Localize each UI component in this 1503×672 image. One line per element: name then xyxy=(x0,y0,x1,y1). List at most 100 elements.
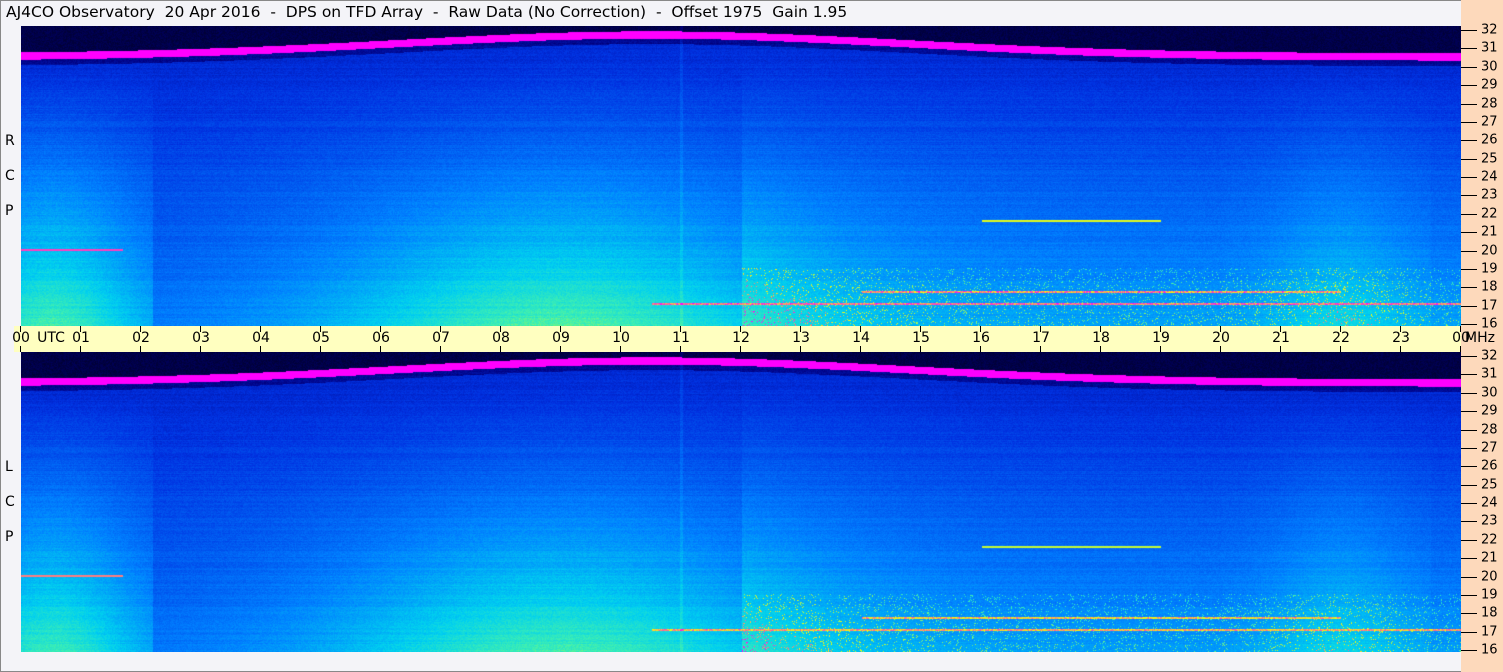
freq-tick-label: 18 xyxy=(1481,605,1498,621)
freq-tick-label: 28 xyxy=(1481,422,1498,437)
time-tick-label: 12 xyxy=(732,330,750,346)
freq-tick xyxy=(1461,159,1477,160)
freq-tick xyxy=(1461,122,1477,123)
time-tick xyxy=(20,346,21,352)
time-tick xyxy=(1040,346,1041,352)
time-tick-label: 13 xyxy=(792,330,810,346)
freq-tick-label: 19 xyxy=(1481,587,1498,603)
freq-tick xyxy=(1461,287,1477,288)
time-tick xyxy=(500,346,501,352)
freq-tick-label: 16 xyxy=(1481,316,1498,332)
freq-tick-label: 25 xyxy=(1481,151,1498,167)
time-tick-label: 20 xyxy=(1212,330,1230,346)
freq-tick xyxy=(1461,632,1477,633)
time-tick-label: 19 xyxy=(1152,330,1170,346)
freq-tick xyxy=(1461,177,1477,178)
time-tick-label: 02 xyxy=(132,330,150,346)
time-tick xyxy=(1460,346,1461,352)
freq-tick-label: 21 xyxy=(1481,224,1498,240)
freq-tick xyxy=(1461,306,1477,307)
time-tick-label: 11 xyxy=(672,330,690,346)
freq-tick-label: 22 xyxy=(1481,532,1498,548)
freq-tick xyxy=(1461,374,1477,375)
rcp-spectrogram xyxy=(21,26,1461,326)
freq-tick-label: 23 xyxy=(1481,187,1498,203)
time-tick-label: 08 xyxy=(492,330,510,346)
freq-tick xyxy=(1461,232,1477,233)
freq-tick xyxy=(1461,30,1477,31)
freq-tick-label: 32 xyxy=(1481,22,1498,38)
time-tick xyxy=(1220,346,1221,352)
time-tick xyxy=(980,346,981,352)
time-tick xyxy=(440,346,441,352)
freq-tick xyxy=(1461,140,1477,141)
time-tick-label: 22 xyxy=(1332,330,1350,346)
freq-tick xyxy=(1461,540,1477,541)
freq-tick-label: 17 xyxy=(1481,624,1498,640)
freq-tick-label: 31 xyxy=(1481,40,1498,56)
freq-tick xyxy=(1461,356,1477,357)
freq-tick-label: 23 xyxy=(1481,513,1498,529)
utc-label: UTC xyxy=(37,330,65,346)
freq-tick xyxy=(1461,577,1477,578)
time-tick-label: 15 xyxy=(912,330,930,346)
freq-tick xyxy=(1461,214,1477,215)
freq-tick-label: 29 xyxy=(1481,77,1498,93)
time-tick xyxy=(260,346,261,352)
time-tick xyxy=(140,346,141,352)
time-tick xyxy=(1100,346,1101,352)
time-tick-label: 16 xyxy=(972,330,990,346)
freq-tick-label: 30 xyxy=(1481,59,1498,75)
freq-tick xyxy=(1461,430,1477,431)
freq-tick xyxy=(1461,558,1477,559)
freq-tick-label: 26 xyxy=(1481,458,1498,474)
panel-label-lcp: P xyxy=(5,529,14,545)
time-tick xyxy=(1160,346,1161,352)
time-tick-label: 06 xyxy=(372,330,390,346)
time-tick-label: 17 xyxy=(1032,330,1050,346)
freq-tick-label: 32 xyxy=(1481,348,1498,364)
freq-tick-label: 24 xyxy=(1481,495,1498,511)
time-tick xyxy=(1400,346,1401,352)
freq-tick xyxy=(1461,195,1477,196)
time-tick-label: 04 xyxy=(252,330,270,346)
freq-tick xyxy=(1461,251,1477,252)
time-tick xyxy=(380,346,381,352)
freq-tick-label: 22 xyxy=(1481,206,1498,222)
time-tick-label: 14 xyxy=(852,330,870,346)
time-tick-label: 21 xyxy=(1272,330,1290,346)
time-tick xyxy=(920,346,921,352)
freq-tick xyxy=(1461,466,1477,467)
time-tick xyxy=(560,346,561,352)
freq-tick-label: 27 xyxy=(1481,114,1498,130)
time-tick xyxy=(1340,346,1341,352)
time-tick xyxy=(680,346,681,352)
freq-tick xyxy=(1461,595,1477,596)
freq-tick-label: 27 xyxy=(1481,440,1498,456)
freq-tick-label: 31 xyxy=(1481,366,1498,382)
time-tick-label: 07 xyxy=(432,330,450,346)
freq-tick-label: 29 xyxy=(1481,403,1498,419)
time-tick-label: 00 xyxy=(12,330,30,346)
panel-label-rcp: P xyxy=(5,203,14,219)
time-tick xyxy=(320,346,321,352)
panel-label-lcp: L xyxy=(5,459,13,475)
chart-title: AJ4CO Observatory 20 Apr 2016 - DPS on T… xyxy=(6,3,848,21)
time-tick-label: 03 xyxy=(192,330,210,346)
freq-tick xyxy=(1461,269,1477,270)
freq-tick xyxy=(1461,613,1477,614)
time-tick-label: 01 xyxy=(72,330,90,346)
freq-tick-label: 20 xyxy=(1481,243,1498,258)
time-tick xyxy=(620,346,621,352)
freq-tick xyxy=(1461,104,1477,105)
freq-tick xyxy=(1461,650,1477,651)
time-tick xyxy=(800,346,801,352)
time-tick xyxy=(1280,346,1281,352)
freq-tick-label: 16 xyxy=(1481,642,1498,658)
time-tick xyxy=(200,346,201,352)
time-tick xyxy=(740,346,741,352)
freq-tick-label: 18 xyxy=(1481,279,1498,295)
freq-tick-label: 24 xyxy=(1481,169,1498,185)
time-tick-label: 09 xyxy=(552,330,570,346)
freq-tick xyxy=(1461,503,1477,504)
